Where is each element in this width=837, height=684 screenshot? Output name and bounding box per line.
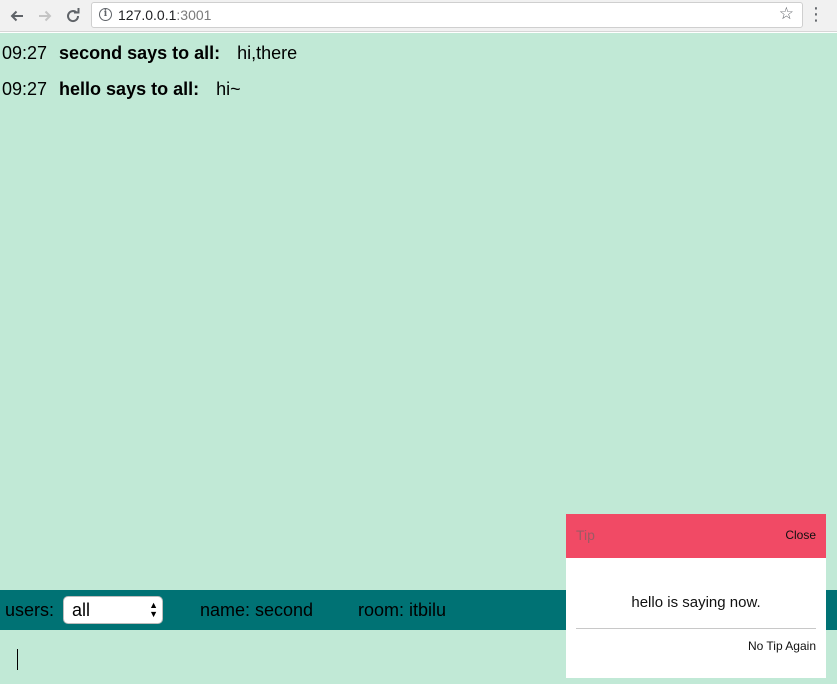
text-caret	[17, 649, 18, 670]
browser-toolbar: i 127.0.0.1:3001 ☆ ⋮	[0, 0, 837, 32]
users-select[interactable]: all ▲ ▼	[63, 596, 163, 624]
chat-message: 09:27 second says to all: hi,there	[2, 41, 297, 65]
forward-button[interactable]	[33, 4, 57, 28]
info-icon[interactable]: i	[99, 8, 112, 21]
room-label: room: itbilu	[358, 600, 447, 620]
message-time: 09:27	[2, 43, 48, 63]
chat-message: 09:27 hello says to all: hi~	[2, 77, 241, 101]
url-text: 127.0.0.1:3001	[118, 7, 211, 23]
url-host: 127.0.0.1	[118, 7, 177, 23]
chat-messages-area: 09:27 second says to all: hi,there 09:27 he…	[0, 33, 837, 590]
message-text: hi,there	[237, 43, 298, 63]
tip-popup: Tip Close hello is saying now. No Tip Ag…	[566, 514, 826, 678]
arrow-left-icon	[10, 10, 23, 22]
kebab-menu-icon[interactable]: ⋮	[807, 5, 825, 23]
message-sender: second says to all:	[59, 43, 221, 63]
address-bar[interactable]: i 127.0.0.1:3001 ☆	[91, 2, 803, 28]
star-icon[interactable]: ☆	[779, 4, 794, 24]
tip-divider	[576, 628, 816, 629]
name-label: name: second	[200, 600, 314, 620]
tip-header: Tip Close	[566, 514, 826, 558]
message-time: 09:27	[2, 79, 48, 99]
tip-close-button[interactable]: Close	[785, 528, 816, 542]
select-arrows-icon: ▲ ▼	[149, 600, 158, 619]
tip-message: hello is saying now.	[631, 594, 761, 611]
users-label: users:	[5, 600, 55, 620]
back-button[interactable]	[5, 4, 29, 28]
reload-icon	[67, 8, 80, 23]
url-port: :3001	[176, 7, 212, 23]
message-text: hi~	[216, 79, 241, 99]
reload-button[interactable]	[61, 4, 85, 28]
users-select-value: all	[72, 600, 91, 620]
message-sender: hello says to all:	[59, 79, 200, 99]
tip-title: Tip	[576, 527, 595, 543]
arrow-right-icon	[39, 10, 52, 22]
no-tip-again-button[interactable]: No Tip Again	[748, 639, 816, 653]
